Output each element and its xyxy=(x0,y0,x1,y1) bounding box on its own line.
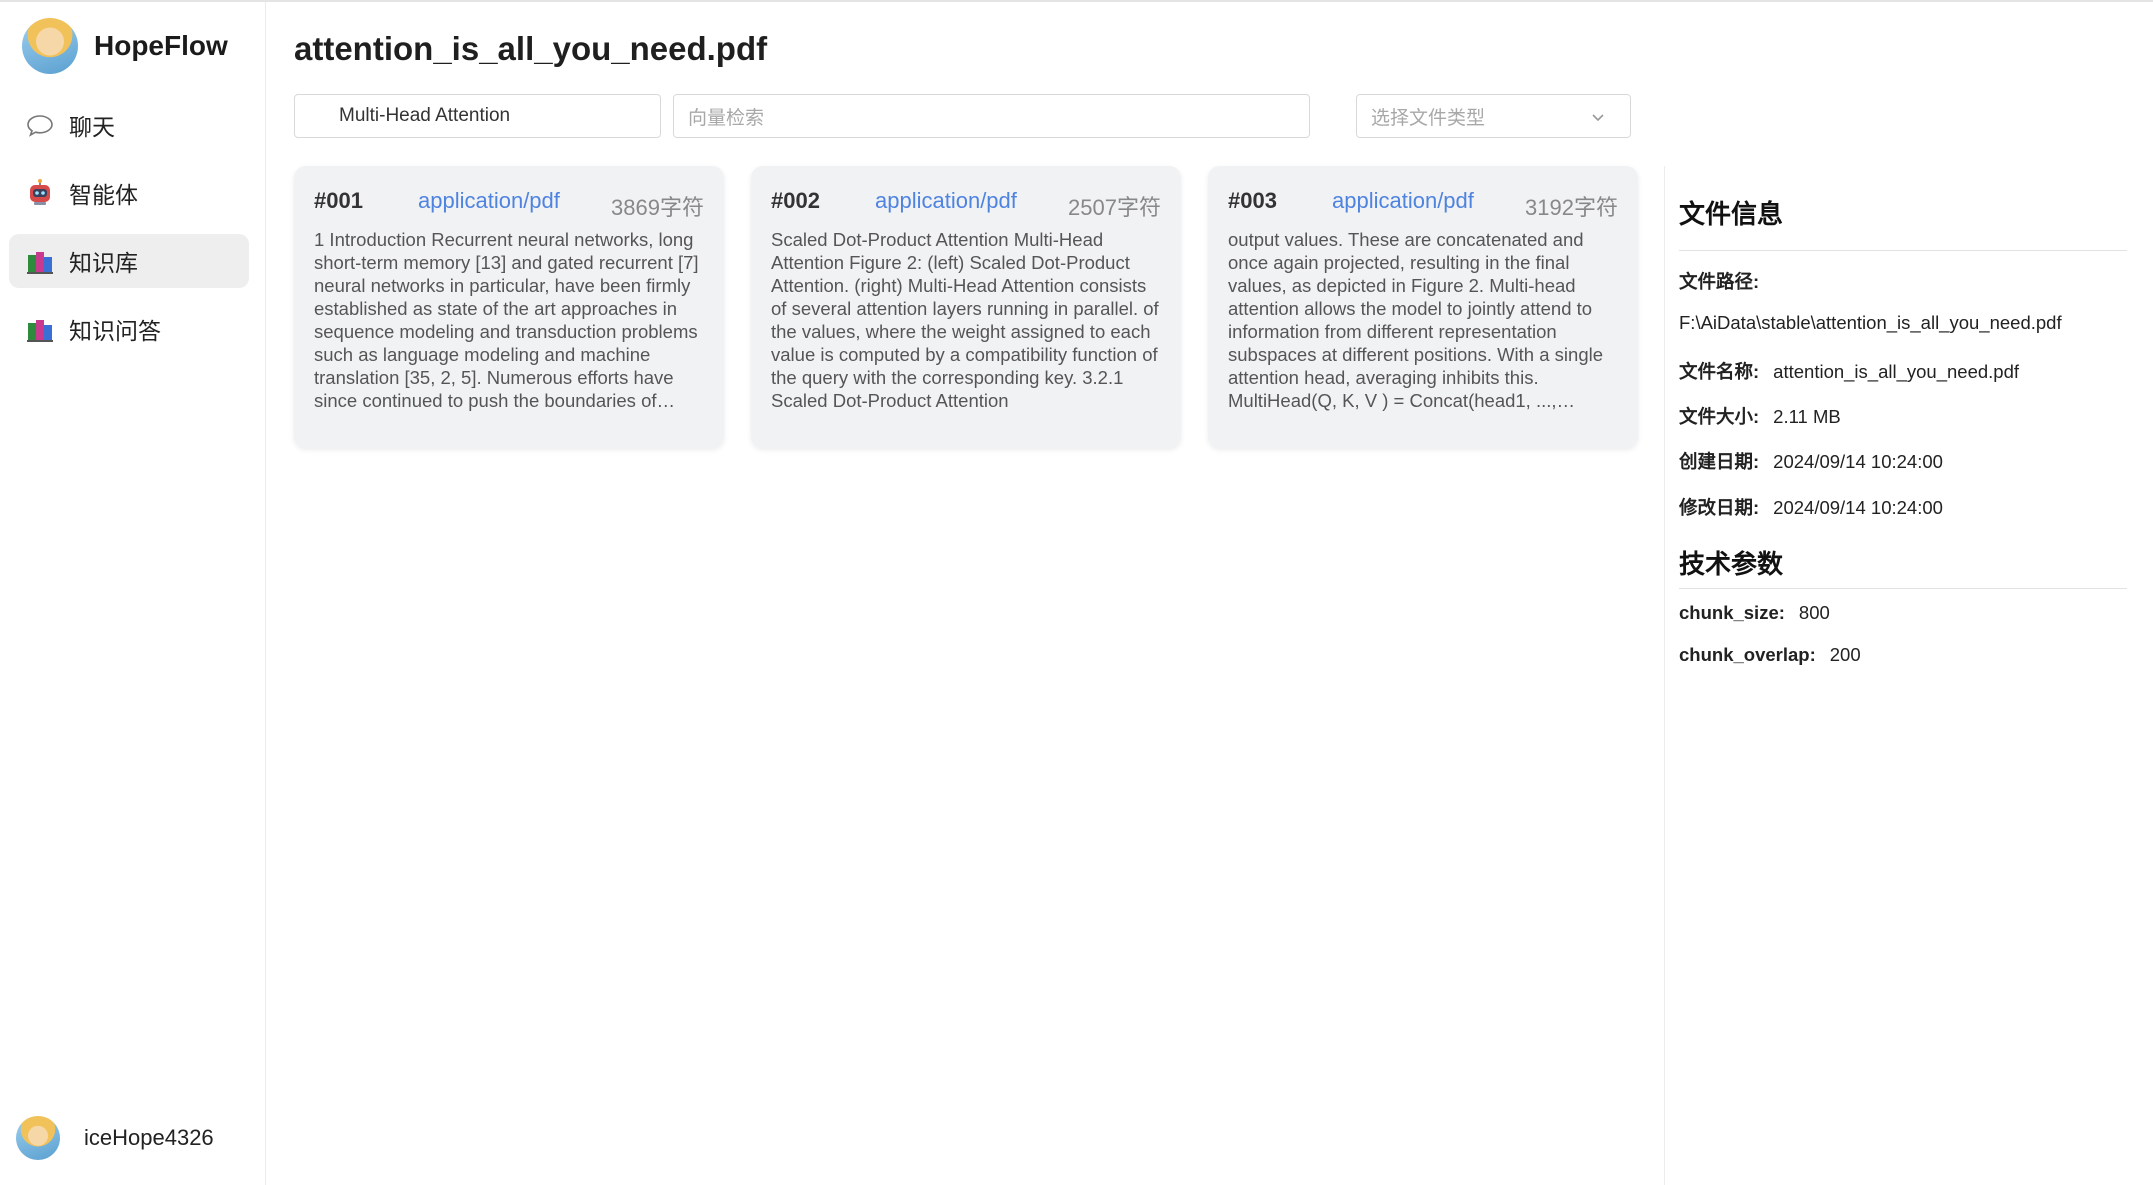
search-bar: Multi-Head Attention 向量检索 选择文件类型 xyxy=(294,94,1664,138)
main-content: attention_is_all_you_need.pdf Multi-Head… xyxy=(266,2,1664,1185)
chunk-type: application/pdf xyxy=(418,188,560,213)
chunk-length: 3192字符 xyxy=(1525,195,1618,220)
sidebar-item-knowledge-base[interactable]: 知识库 xyxy=(9,234,249,288)
sidebar-item-agents[interactable]: 智能体 xyxy=(9,166,249,220)
books-icon xyxy=(25,314,55,344)
chunk-type: application/pdf xyxy=(1332,188,1474,213)
sidebar-item-label: 知识问答 xyxy=(69,318,161,344)
chunk-card[interactable]: #001 application/pdf 3869字符 1 Introducti… xyxy=(294,166,724,448)
user-name: iceHope4326 xyxy=(84,1125,214,1150)
page-title: attention_is_all_you_need.pdf xyxy=(294,30,768,67)
modified-date-value: 2024/09/14 10:24:00 xyxy=(1773,497,1943,518)
chunk-length: 3869字符 xyxy=(611,195,704,220)
file-info-title: 文件信息 xyxy=(1679,199,1784,229)
chat-bubble-icon xyxy=(25,110,55,140)
chunk-length: 2507字符 xyxy=(1068,195,1161,220)
sidebar-item-knowledge-qa[interactable]: 知识问答 xyxy=(9,302,249,356)
modified-date-row: 修改日期: 2024/09/14 10:24:00 xyxy=(1679,494,1943,520)
chunk-card[interactable]: #003 application/pdf 3192字符 output value… xyxy=(1208,166,1638,448)
chunk-size-row: chunk_size: 800 xyxy=(1679,602,1830,624)
chunk-overlap-label: chunk_overlap: xyxy=(1679,644,1816,665)
chunk-text: output values. These are concatenated an… xyxy=(1228,229,1604,411)
avatar xyxy=(16,1116,60,1160)
user-profile[interactable]: iceHope4326 xyxy=(16,1116,214,1160)
file-name-value: attention_is_all_you_need.pdf xyxy=(1773,361,2020,382)
chunk-type: application/pdf xyxy=(875,188,1017,213)
chunk-size-label: chunk_size: xyxy=(1679,602,1785,623)
file-path-row: 文件路径: xyxy=(1679,268,1773,294)
robot-icon xyxy=(25,178,55,208)
file-name-label: 文件名称: xyxy=(1679,361,1760,382)
file-size-label: 文件大小: xyxy=(1679,406,1760,427)
sidebar-nav: 聊天 智能体 知识库 知识问答 xyxy=(9,98,249,370)
keyword-search-input[interactable]: Multi-Head Attention xyxy=(294,94,661,138)
tech-params-title: 技术参数 xyxy=(1679,549,1784,579)
file-path-value: F:\AiData\stable\attention_is_all_you_ne… xyxy=(1679,312,2062,333)
app-logo xyxy=(22,18,78,74)
app-name: HopeFlow xyxy=(94,30,228,61)
sidebar-item-chat[interactable]: 聊天 xyxy=(9,98,249,152)
created-date-label: 创建日期: xyxy=(1679,451,1760,472)
chunk-id: #002 xyxy=(771,188,820,213)
chunk-overlap-row: chunk_overlap: 200 xyxy=(1679,644,1861,666)
modified-date-label: 修改日期: xyxy=(1679,497,1760,518)
file-type-select[interactable]: 选择文件类型 xyxy=(1356,94,1631,138)
file-type-placeholder: 选择文件类型 xyxy=(1371,107,1486,129)
file-name-row: 文件名称: attention_is_all_you_need.pdf xyxy=(1679,358,2019,384)
chunk-card[interactable]: #002 application/pdf 2507字符 Scaled Dot-P… xyxy=(751,166,1181,448)
app-window: HopeFlow 聊天 智能体 知识库 知识问答 iceHope4326 att… xyxy=(0,0,2153,1185)
chunk-overlap-value: 200 xyxy=(1829,644,1861,665)
sidebar-item-label: 智能体 xyxy=(69,182,138,208)
file-info-panel: 文件信息 文件路径: F:\AiData\stable\attention_is… xyxy=(1664,166,2153,1185)
sidebar-item-label: 知识库 xyxy=(69,250,138,276)
chunk-text: 1 Introduction Recurrent neural networks… xyxy=(314,229,699,411)
vector-search-placeholder: 向量检索 xyxy=(688,107,765,129)
chunk-size-value: 800 xyxy=(1798,602,1830,623)
chunk-id: #001 xyxy=(314,188,363,213)
file-size-value: 2.11 MB xyxy=(1773,406,1841,427)
sidebar: HopeFlow 聊天 智能体 知识库 知识问答 iceHope4326 xyxy=(0,2,266,1185)
vector-search-input[interactable]: 向量检索 xyxy=(673,94,1310,138)
divider xyxy=(1679,250,2127,251)
divider xyxy=(1679,588,2127,589)
books-icon xyxy=(25,246,55,276)
brand[interactable]: HopeFlow xyxy=(22,18,228,74)
chevron-down-icon xyxy=(1590,109,1606,131)
file-size-row: 文件大小: 2.11 MB xyxy=(1679,403,1841,429)
file-path-label: 文件路径: xyxy=(1679,271,1760,292)
sidebar-item-label: 聊天 xyxy=(69,114,115,140)
created-date-row: 创建日期: 2024/09/14 10:24:00 xyxy=(1679,448,1943,474)
created-date-value: 2024/09/14 10:24:00 xyxy=(1773,451,1943,472)
chunk-id: #003 xyxy=(1228,188,1277,213)
keyword-search-value: Multi-Head Attention xyxy=(339,105,511,126)
chunk-text: Scaled Dot-Product Attention Multi-Head … xyxy=(771,229,1159,411)
